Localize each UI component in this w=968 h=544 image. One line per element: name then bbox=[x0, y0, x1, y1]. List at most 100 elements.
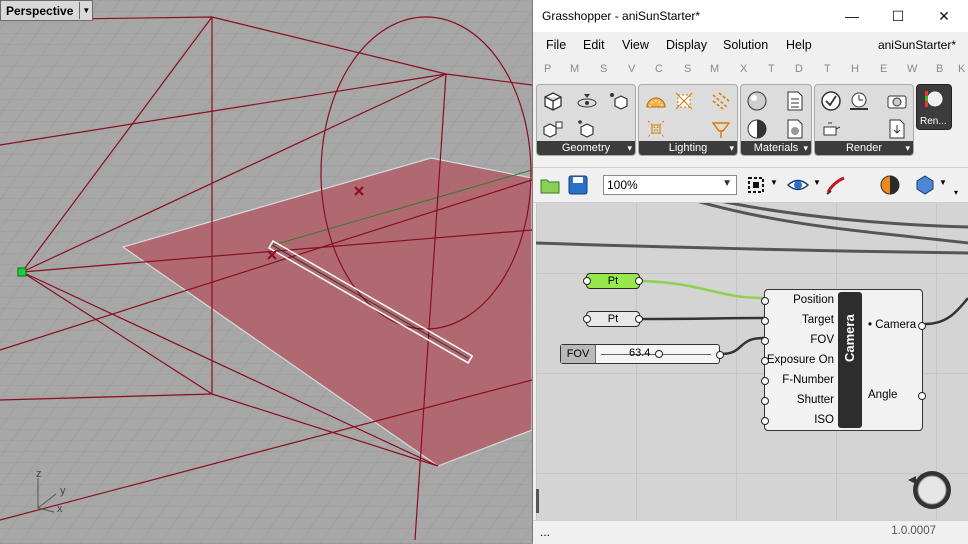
tab-intersect[interactable]: X bbox=[740, 63, 747, 75]
point-param-1[interactable]: Pt bbox=[583, 273, 643, 289]
menu-display[interactable]: Display bbox=[666, 38, 707, 52]
ribbon-render-tab[interactable]: Ren... bbox=[916, 84, 952, 130]
viewport-title[interactable]: Perspective ▼ bbox=[0, 0, 94, 21]
menu-solution[interactable]: Solution bbox=[723, 38, 768, 52]
point-param-2[interactable]: Pt bbox=[583, 311, 643, 327]
canvas-navigator-icon[interactable] bbox=[908, 466, 952, 510]
window-title: Grasshopper - aniSunStarter* bbox=[542, 9, 701, 23]
camera-component[interactable]: Position Target FOV Exposure On F-Number… bbox=[761, 289, 926, 431]
tab-surface[interactable]: S bbox=[684, 63, 691, 75]
menu-edit[interactable]: Edit bbox=[583, 38, 605, 52]
point-param-1-input-grip[interactable] bbox=[583, 277, 591, 285]
point-param-2-input-grip[interactable] bbox=[583, 315, 591, 323]
tab-vector[interactable]: V bbox=[628, 63, 635, 75]
point-box-icon[interactable] bbox=[607, 89, 631, 113]
tab-mesh[interactable]: M bbox=[710, 63, 719, 75]
camera-output-grip-camera[interactable] bbox=[918, 322, 926, 330]
close-button[interactable]: ✕ bbox=[921, 0, 967, 32]
menu-help[interactable]: Help bbox=[786, 38, 812, 52]
ribbon-group-render: Render ▾ bbox=[814, 84, 914, 156]
rect-light-icon[interactable] bbox=[672, 89, 696, 113]
material-document-icon[interactable] bbox=[783, 89, 807, 113]
ribbon-label-render[interactable]: Render bbox=[815, 141, 913, 155]
render-more-icon[interactable]: ▾ bbox=[905, 143, 910, 154]
fov-slider-knob[interactable] bbox=[655, 350, 663, 358]
tab-maths[interactable]: M bbox=[570, 63, 579, 75]
zoom-extents-icon[interactable] bbox=[745, 174, 767, 196]
tab-curve[interactable]: C bbox=[655, 63, 663, 75]
menu-view[interactable]: View bbox=[622, 38, 649, 52]
preview-eye-icon[interactable] bbox=[786, 174, 810, 196]
camera-input-f-number: F-Number bbox=[782, 374, 834, 386]
sketch-pen-icon[interactable] bbox=[825, 174, 847, 196]
tab-w[interactable]: W bbox=[907, 63, 917, 75]
tab-h[interactable]: H bbox=[851, 63, 859, 75]
rhino-perspective-viewport[interactable]: Perspective ▼ z y x bbox=[0, 0, 532, 543]
fov-slider-value: 63.4 bbox=[629, 347, 651, 359]
render-teapot-icon[interactable] bbox=[819, 117, 843, 141]
maximize-button[interactable]: ☐ bbox=[875, 0, 921, 32]
solid-preview-icon[interactable] bbox=[914, 174, 936, 196]
zoom-extents-dropdown-icon[interactable]: ▼ bbox=[770, 178, 778, 187]
camera-grip-position[interactable] bbox=[761, 297, 769, 305]
canvas-scroll-handle[interactable] bbox=[536, 489, 539, 513]
spot-light-icon[interactable] bbox=[644, 117, 668, 141]
dome-light-icon[interactable] bbox=[644, 89, 668, 113]
camera-component-core[interactable]: Camera bbox=[838, 292, 862, 428]
camera-grip-iso[interactable] bbox=[761, 417, 769, 425]
save-file-icon[interactable] bbox=[567, 174, 589, 196]
tab-k[interactable]: K bbox=[958, 63, 965, 75]
tab-t[interactable]: T bbox=[824, 63, 831, 75]
grasshopper-canvas[interactable]: Pt Pt FOV 63.4 Position Target FOV Expos… bbox=[536, 203, 968, 520]
preview-dropdown-icon[interactable]: ▼ bbox=[813, 178, 821, 187]
viewport-scene[interactable] bbox=[0, 0, 532, 543]
zoom-dropdown-icon: ▼ bbox=[722, 178, 732, 189]
tab-sets[interactable]: S bbox=[600, 63, 607, 75]
open-file-icon[interactable] bbox=[539, 174, 561, 196]
viewport-dropdown-icon[interactable]: ▼ bbox=[79, 2, 92, 19]
render-camera-icon[interactable] bbox=[885, 89, 909, 113]
box-icon[interactable] bbox=[541, 89, 565, 113]
minimize-button[interactable]: — bbox=[829, 0, 875, 32]
camera-output-grip-angle[interactable] bbox=[918, 392, 926, 400]
ribbon-label-geometry[interactable]: Geometry bbox=[537, 141, 635, 155]
lighting-more-icon[interactable]: ▾ bbox=[729, 143, 734, 154]
render-save-icon[interactable] bbox=[885, 117, 909, 141]
geometry-more-icon[interactable]: ▾ bbox=[627, 143, 632, 154]
toolbar-overflow-icon[interactable]: ▾ bbox=[954, 188, 958, 197]
title-bar[interactable]: Grasshopper - aniSunStarter* — ☐ ✕ bbox=[533, 0, 968, 32]
fov-slider[interactable]: FOV 63.4 bbox=[560, 344, 724, 364]
solid-preview-dropdown-icon[interactable]: ▼ bbox=[939, 178, 947, 187]
point-param-1-output-grip[interactable] bbox=[635, 277, 643, 285]
camera-grip-fnumber[interactable] bbox=[761, 377, 769, 385]
zoom-select[interactable]: 100% ▼ bbox=[603, 175, 737, 195]
ribbon-label-lighting[interactable]: Lighting bbox=[639, 141, 737, 155]
material-split-icon[interactable] bbox=[745, 117, 769, 141]
render-clock-icon[interactable] bbox=[847, 89, 871, 113]
camera-output-camera: • Camera bbox=[868, 319, 917, 331]
shaded-preview-icon[interactable] bbox=[879, 174, 901, 196]
camera-input-iso: ISO bbox=[814, 414, 834, 426]
linear-light-icon[interactable] bbox=[709, 117, 733, 141]
camera-grip-exposure[interactable] bbox=[761, 357, 769, 365]
status-bar: ... 1.0.0007 bbox=[533, 520, 968, 544]
camera-eye-icon[interactable] bbox=[575, 89, 599, 113]
camera-grip-fov[interactable] bbox=[761, 337, 769, 345]
camera-grip-target[interactable] bbox=[761, 317, 769, 325]
directional-light-icon[interactable] bbox=[709, 89, 733, 113]
materials-more-icon[interactable]: ▾ bbox=[803, 143, 808, 154]
ribbon-label-materials[interactable]: Materials bbox=[741, 141, 811, 155]
point-param-2-output-grip[interactable] bbox=[635, 315, 643, 323]
multi-box-icon[interactable] bbox=[541, 117, 565, 141]
menu-file[interactable]: File bbox=[546, 38, 566, 52]
tab-e[interactable]: E bbox=[880, 63, 887, 75]
tab-display[interactable]: D bbox=[795, 63, 803, 75]
render-check-icon[interactable] bbox=[819, 89, 843, 113]
material-texture-icon[interactable] bbox=[783, 117, 807, 141]
camera-grip-shutter[interactable] bbox=[761, 397, 769, 405]
explode-box-icon[interactable] bbox=[575, 117, 599, 141]
tab-params[interactable]: P bbox=[544, 63, 551, 75]
tab-transform[interactable]: T bbox=[768, 63, 775, 75]
material-sphere-icon[interactable] bbox=[745, 89, 769, 113]
tab-b[interactable]: B bbox=[936, 63, 943, 75]
